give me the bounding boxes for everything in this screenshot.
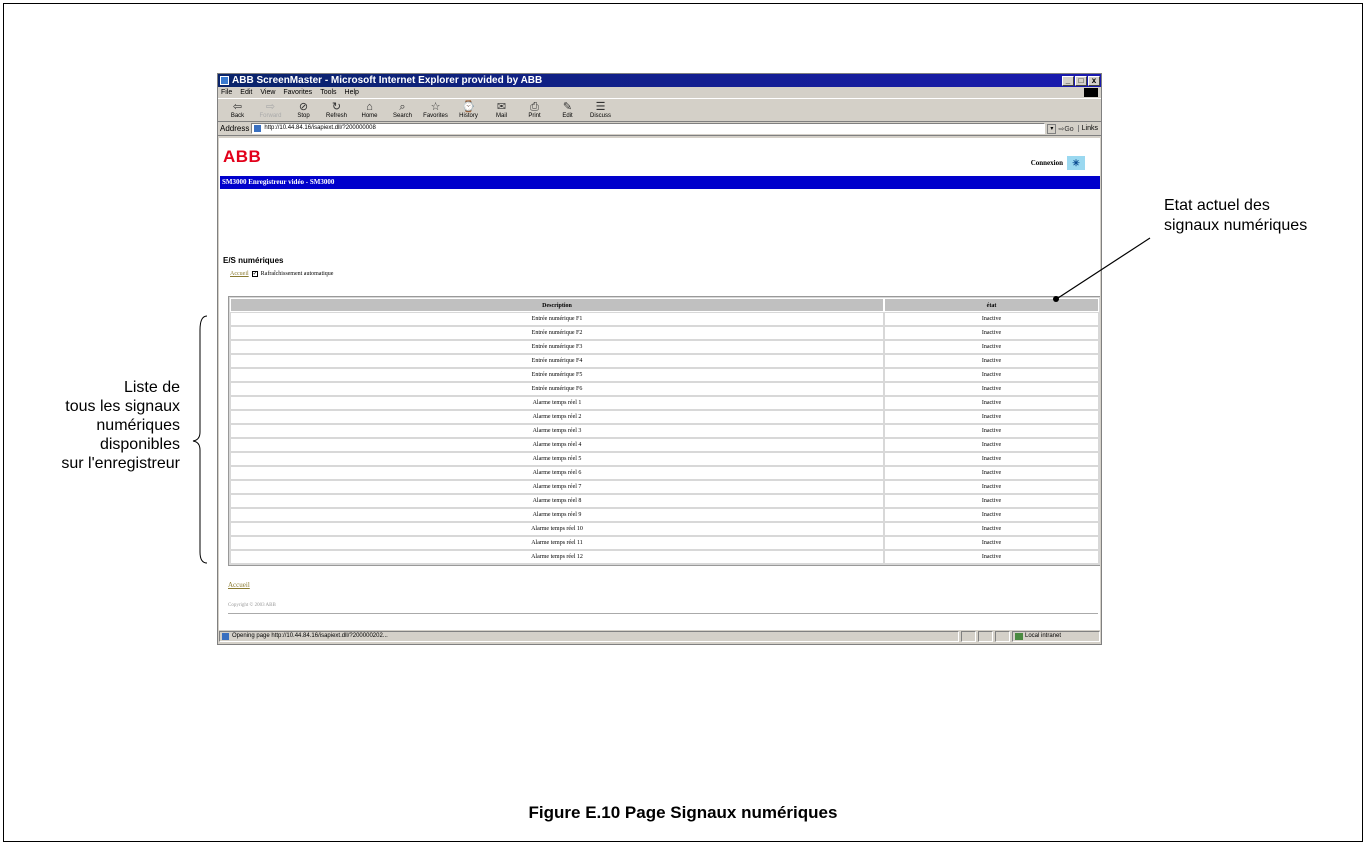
- annotation-graphics: [192, 237, 1151, 564]
- curly-brace: [192, 315, 208, 564]
- callout-leader-line: [1057, 237, 1151, 299]
- figure-caption: Figure E.10 Page Signaux numériques: [528, 803, 838, 822]
- callout-dot: [1053, 296, 1059, 302]
